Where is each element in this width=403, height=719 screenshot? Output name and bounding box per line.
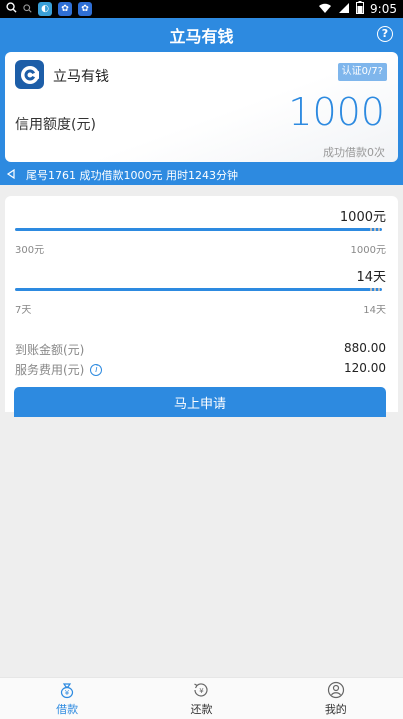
bottom-tab-bar: ¥ 借款 ¥ 还款 我的 [0,677,403,719]
clock: 9:05 [370,2,397,16]
credit-limit-label: 信用额度(元) [15,117,96,133]
loan-panel: 1000元 300元 1000元 14天 7天 14天 到账金额(元) 880.… [5,196,398,417]
service-fee-label: 服务费用(元) i [15,361,103,378]
search-small-icon [23,2,32,16]
term-min: 7天 [15,305,32,316]
status-right: 9:05 [318,1,397,17]
app-bar: 立马有钱 ? [0,18,403,52]
tab-borrow-label: 借款 [56,702,79,716]
search-icon [6,2,17,16]
help-icon[interactable]: ? [377,26,393,42]
paw-icon: ✿ [58,2,72,16]
amount-min: 300元 [15,245,45,256]
speaker-icon [6,168,16,182]
term-slider[interactable] [15,288,382,291]
signal-icon [338,2,350,17]
amount-slider[interactable] [15,228,382,231]
term-max: 14天 [363,305,386,316]
user-icon [327,681,344,698]
info-icon[interactable]: i [90,363,103,376]
amount-slider-handle[interactable] [370,228,382,231]
tab-borrow[interactable]: ¥ 借款 [0,678,134,719]
apply-button[interactable]: 马上申请 [14,387,386,417]
status-bar: ◐ ✿ ✿ 9:05 [0,0,403,18]
app-notification-icon: ◐ [38,2,52,16]
received-amount-value: 880.00 [344,341,386,355]
page-title: 立马有钱 [169,27,234,46]
app-logo-icon [15,60,44,89]
status-left: ◐ ✿ ✿ [6,2,92,16]
announcement-ticker: 尾号1761 成功借款1000元 用时1243分钟 [0,165,403,185]
amount-value: 1000元 [339,210,386,225]
success-count: 成功借款0次 [323,146,385,159]
service-fee-value: 120.00 [344,361,386,375]
credit-limit-amount: 1000 [288,90,385,134]
amount-max: 1000元 [350,245,386,256]
money-bag-icon: ¥ [61,682,74,698]
verify-badge[interactable]: 认证0/7? [337,63,387,81]
received-amount-label: 到账金额(元) [15,343,85,357]
wifi-icon [318,2,332,17]
paw-icon-2: ✿ [78,2,92,16]
svg-text:¥: ¥ [200,687,205,695]
credit-card: 立马有钱 认证0/7? 信用额度(元) 1000 成功借款0次 [5,52,398,162]
tab-mine[interactable]: 我的 [269,678,403,719]
tab-mine-label: 我的 [324,702,347,716]
term-value: 14天 [356,270,386,285]
term-slider-handle[interactable] [370,288,382,291]
tab-repay[interactable]: ¥ 还款 [134,678,268,719]
app-name: 立马有钱 [53,69,109,85]
ticker-text: 尾号1761 成功借款1000元 用时1243分钟 [26,169,238,182]
repay-icon: ¥ [194,682,209,697]
svg-text:¥: ¥ [65,689,70,697]
tab-repay-label: 还款 [190,702,213,716]
battery-icon [356,1,365,17]
